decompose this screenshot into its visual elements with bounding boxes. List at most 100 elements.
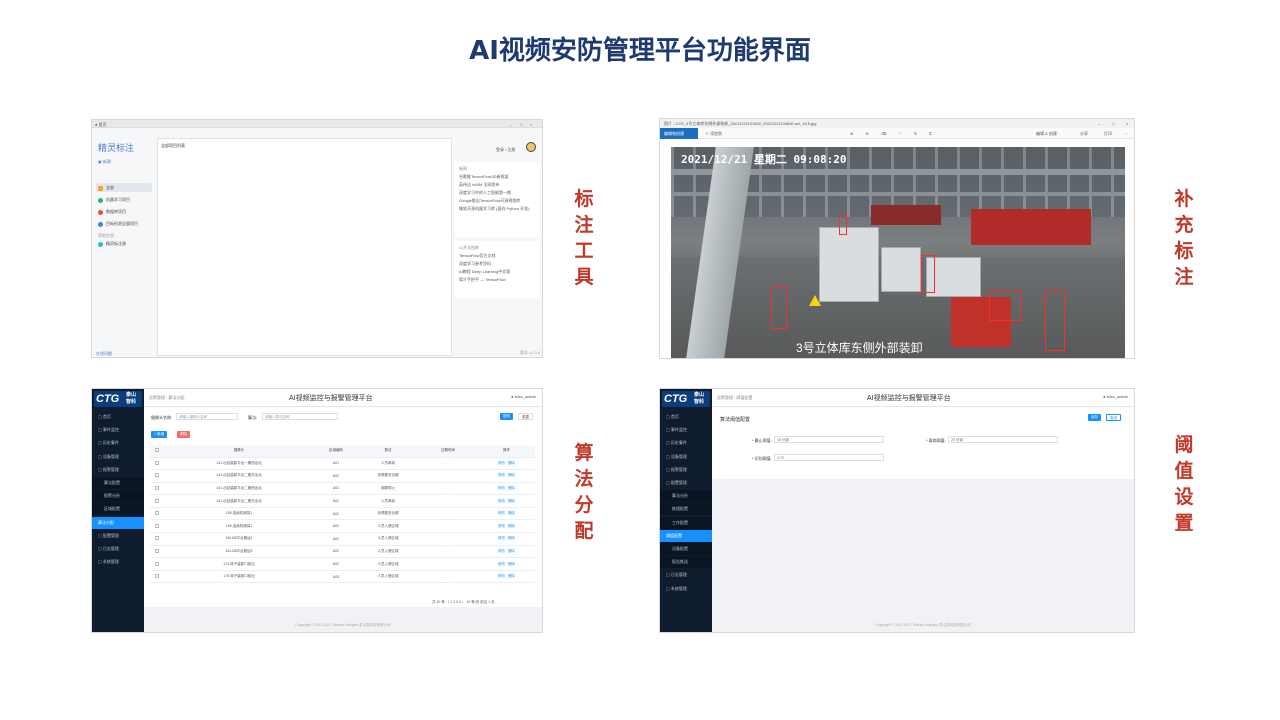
row-checkbox[interactable]	[150, 469, 164, 483]
share-button[interactable]: 分享	[1080, 131, 1088, 137]
maximize-icon[interactable]: □	[520, 122, 522, 127]
row-checkbox[interactable]	[150, 457, 164, 471]
news-item[interactable]: 微软开源机器学习库 (面向 Python 开发)	[455, 206, 540, 212]
camera-name-input[interactable]: 请输入摄像头名称	[176, 413, 238, 420]
table-row[interactable]: 161-B8平台搬运2 A02 人员入侵区域 - 修改 删除	[150, 545, 535, 559]
still-threshold-input[interactable]: 15 分钟	[774, 436, 884, 443]
sidebar-item[interactable]: ▢ 系统管理	[92, 556, 144, 568]
sidebar-item[interactable]: ▢ 设备管理	[92, 451, 144, 463]
menu-item-detect[interactable]: 目标检测全量项目	[98, 221, 138, 227]
sidebar-item[interactable]: ▢ 报警管理	[92, 464, 144, 476]
select-all[interactable]	[150, 445, 164, 458]
detection-box[interactable]	[839, 215, 847, 235]
delete-link[interactable]: 删除	[508, 461, 515, 465]
delete-link[interactable]: 删除	[508, 574, 515, 578]
news-item[interactable]: Google推出TensorFlow开源视频库	[455, 198, 540, 204]
detection-box[interactable]	[989, 291, 1021, 321]
delete-link[interactable]: 删除	[508, 536, 515, 540]
edit-link[interactable]: 修改	[498, 499, 505, 503]
user-menu[interactable]: ● tslcu_admin	[1103, 394, 1128, 399]
search-button[interactable]: 搜索	[500, 413, 513, 420]
table-row[interactable]: 141-出站装卸平台二期西出北 A01 烟雾明火 - 修改 删除	[150, 482, 535, 496]
close-icon[interactable]: ×	[530, 122, 532, 127]
edit-link[interactable]: 修改	[498, 486, 505, 490]
row-checkbox[interactable]	[150, 519, 164, 534]
edit-link[interactable]: 修改	[498, 574, 505, 578]
sidebar-item[interactable]: ▢ 事件监控	[92, 424, 144, 436]
home-tab[interactable]: ● 首页	[95, 122, 107, 128]
sidebar-item[interactable]: 工作配置	[660, 516, 712, 529]
edit-link[interactable]: 修改	[498, 524, 505, 528]
recognition-threshold-input[interactable]: 0.70	[774, 454, 884, 461]
docs-item[interactable]: AI教程 Deep Learning中文版	[455, 269, 540, 275]
save-button[interactable]: 保存	[1088, 414, 1101, 421]
row-checkbox[interactable]	[150, 494, 164, 508]
close-icon[interactable]: ×	[1126, 121, 1128, 127]
row-checkbox[interactable]	[150, 545, 164, 559]
table-row[interactable]: 175-转子装卸口前出 A03 人员入侵区域 - 修改 删除	[150, 570, 535, 584]
sidebar-item[interactable]: ▢ 日志管理	[660, 569, 712, 581]
delete-link[interactable]: 删除	[508, 486, 515, 490]
user-menu[interactable]: ● tslcu_admin	[511, 394, 536, 399]
sidebar-item[interactable]: ▢ 系统管理	[660, 583, 712, 595]
edit-create-button[interactable]: 编辑和创建	[660, 128, 698, 139]
sidebar-item[interactable]: 区域配置	[92, 503, 144, 516]
menu-item-ml[interactable]: 机器学习项目	[98, 197, 130, 203]
sidebar-item[interactable]: 报警分析	[92, 490, 144, 503]
table-row[interactable]: 174-转子装卸口前出 A02 人员入侵区域 - 修改 删除	[150, 557, 535, 571]
sidebar-item[interactable]: ▢ 报警管理	[660, 464, 712, 476]
sidebar-item[interactable]: 阈值配置	[660, 529, 712, 542]
sidebar-item[interactable]: ▢ 日志管理	[92, 543, 144, 555]
sidebar-item[interactable]: ▢ 事件监控	[660, 424, 712, 436]
news-item[interactable]: 谷歌推TensorFlow3D新框架	[455, 174, 540, 180]
edit-link[interactable]: 修改	[498, 549, 505, 553]
sidebar-item[interactable]: 算法分配	[92, 516, 144, 529]
sidebar-item[interactable]: 设备配置	[660, 543, 712, 555]
sidebar-item[interactable]: ▢ 首页	[92, 411, 144, 423]
delete-link[interactable]: 删除	[508, 549, 515, 553]
maximize-icon[interactable]: □	[1112, 121, 1114, 127]
row-checkbox[interactable]	[150, 532, 164, 546]
edit-link[interactable]: 修改	[498, 473, 505, 477]
table-row[interactable]: 141-出站装卸平台一期西出北 A01 人员串岗 - 修改 删除	[150, 457, 535, 471]
sidebar-item[interactable]: ▢ 设备管理	[660, 451, 712, 463]
add-to-button[interactable]: ＋ 添加到	[705, 131, 722, 137]
table-row[interactable]: 141-出站装卸平台二期东出北 A02 人员串岗 - 修改 删除	[150, 494, 535, 508]
edit-create-menu[interactable]: 编辑 & 创建	[1036, 131, 1057, 137]
algorithm-input[interactable]: 请输入算法名称	[262, 413, 338, 420]
table-row[interactable]: 159-连续机械臂1 A02 人员入侵区域 - 修改 删除	[150, 519, 535, 534]
sidebar-item[interactable]: 推理配置	[660, 503, 712, 516]
delete-link[interactable]: 删除	[508, 562, 515, 566]
news-item[interactable]: 英伟达 ioWM 全网发布	[455, 182, 540, 188]
menu-item-help[interactable]: 精灵标注源	[98, 241, 126, 247]
pagination[interactable]: 共 40 条 〈 1 2 3 4 〉 10 条/页 前往 1 页	[432, 599, 495, 605]
sidebar-item[interactable]: 算法配置	[92, 477, 144, 489]
new-button[interactable]: ▣ 新建	[98, 159, 111, 165]
sidebar-item[interactable]: ▢ 历史事件	[92, 437, 144, 449]
detection-box[interactable]	[771, 287, 787, 329]
edit-link[interactable]: 修改	[498, 511, 505, 515]
print-button[interactable]: 打印	[1104, 131, 1112, 137]
row-checkbox[interactable]	[150, 482, 164, 496]
delete-button[interactable]: 删除	[177, 431, 190, 438]
delete-link[interactable]: 删除	[508, 499, 515, 503]
docs-item[interactable]: 简介手把手 — TensorFlow	[455, 277, 540, 283]
minimize-icon[interactable]: –	[510, 122, 512, 127]
delete-link[interactable]: 删除	[508, 524, 515, 528]
table-row[interactable]: 160-B8平台搬运1 A02 人员入侵区域 - 修改 删除	[150, 532, 535, 546]
edit-link[interactable]: 修改	[498, 461, 505, 465]
docs-item[interactable]: TensorFlow官方文档	[455, 253, 540, 259]
delete-link[interactable]: 删除	[508, 473, 515, 477]
more-icon[interactable]: ···	[1124, 131, 1128, 137]
sidebar-item[interactable]: ▢ 配置管理	[660, 477, 712, 489]
detection-box[interactable]	[921, 255, 935, 293]
table-row[interactable]: 159-连续机械臂1 A02 未佩戴安全帽 - 修改 删除	[150, 507, 535, 521]
online-help-link[interactable]: 在线问题	[96, 351, 112, 357]
sidebar-item[interactable]: 算法分析	[660, 490, 712, 503]
sidebar-item[interactable]: ▢ 历史事件	[660, 437, 712, 449]
menu-item-all[interactable]: 全部	[98, 185, 114, 191]
add-button[interactable]: + 新增	[151, 431, 168, 438]
sidebar-item[interactable]: ▢ 配置管理	[92, 530, 144, 542]
delete-link[interactable]: 删除	[508, 511, 515, 515]
sidebar-item[interactable]: 报告推送	[660, 556, 712, 569]
